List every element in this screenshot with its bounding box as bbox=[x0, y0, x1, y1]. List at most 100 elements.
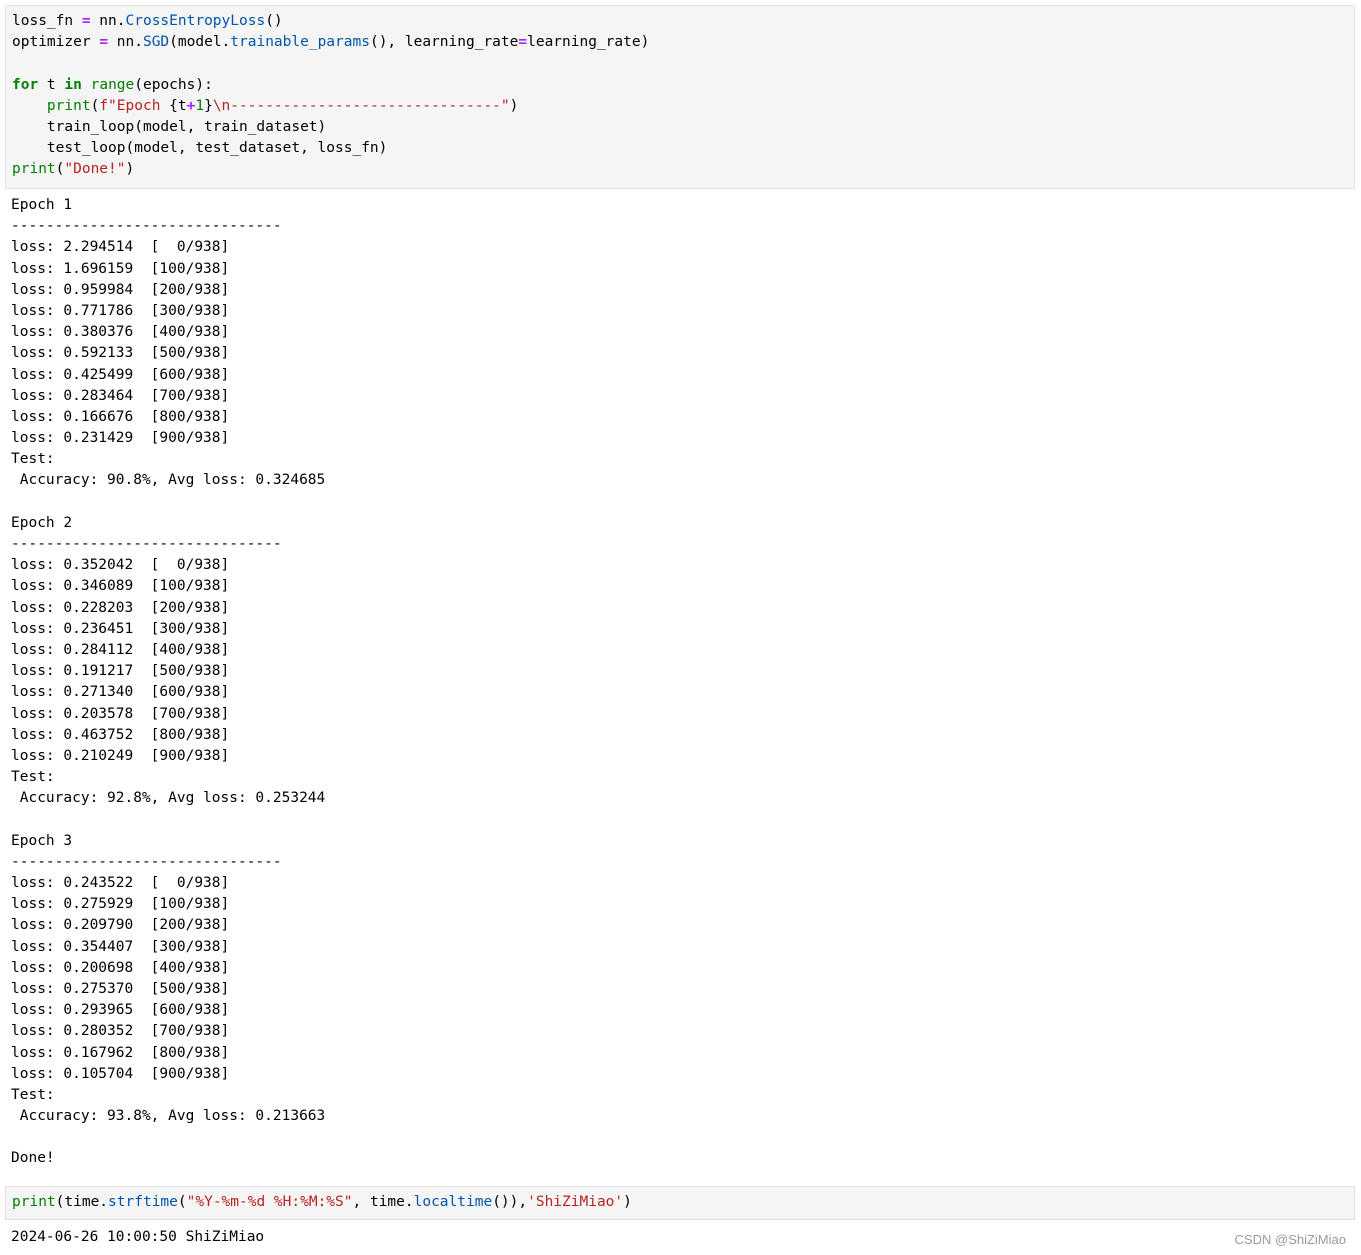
code-token: ()), bbox=[492, 1194, 528, 1210]
output-line: loss: 0.463752 [800/938] bbox=[11, 726, 230, 743]
output-line: loss: 1.696159 [100/938] bbox=[11, 260, 230, 277]
code-token: (), learning_rate bbox=[369, 34, 519, 51]
output-line: Done! bbox=[11, 1150, 55, 1167]
code-line: optimizer = nn.SGD(model.trainable_param… bbox=[12, 32, 1348, 53]
output-line: loss: 0.771786 [300/938] bbox=[11, 302, 230, 319]
output-line: loss: 0.166676 [800/938] bbox=[11, 408, 230, 425]
code-token: = bbox=[518, 34, 528, 51]
output-line: loss: 0.275370 [500/938] bbox=[11, 980, 230, 997]
code-token: localtime bbox=[413, 1194, 493, 1210]
output-line: loss: 0.191217 [500/938] bbox=[11, 663, 230, 680]
code-token: = bbox=[99, 34, 109, 51]
output-line: Test: bbox=[11, 1086, 55, 1103]
output-line: Accuracy: 92.8%, Avg loss: 0.253244 bbox=[11, 790, 326, 807]
code-token: (time. bbox=[55, 1194, 109, 1210]
code-token: 1 bbox=[195, 97, 205, 114]
output-line: loss: 0.280352 [700/938] bbox=[11, 1023, 230, 1040]
code-token: "%Y-%m-%d %H:%M:%S" bbox=[186, 1194, 353, 1210]
code-token: loss_fn bbox=[12, 13, 82, 29]
output-line: 2024-06-26 10:00:50 ShiZiMiao bbox=[11, 1229, 265, 1245]
code-token: \n-------------------------------" bbox=[212, 97, 510, 114]
code-token: ( bbox=[90, 97, 100, 114]
output-line: loss: 0.271340 [600/938] bbox=[11, 684, 230, 701]
code-token: optimizer bbox=[12, 34, 100, 51]
code-token: nn. bbox=[108, 34, 143, 51]
code-token: SGD bbox=[142, 34, 170, 51]
code-token: learning_rate) bbox=[527, 34, 650, 51]
code-token: () bbox=[265, 13, 283, 29]
code-token: } bbox=[204, 97, 213, 114]
code-token: ) bbox=[509, 97, 519, 114]
output-line: Epoch 2 bbox=[11, 514, 73, 531]
output-line: loss: 0.203578 [700/938] bbox=[11, 705, 230, 722]
output-line: Test: bbox=[11, 451, 55, 468]
code-line: train_loop(model, train_dataset) bbox=[12, 117, 1348, 138]
output-line: Test: bbox=[11, 769, 55, 786]
output-line: loss: 0.200698 [400/938] bbox=[11, 959, 230, 976]
output-line: loss: 0.275929 [100/938] bbox=[11, 896, 230, 913]
code-token: print bbox=[12, 161, 56, 178]
output-line: loss: 0.425499 [600/938] bbox=[11, 366, 230, 383]
output-line: Accuracy: 93.8%, Avg loss: 0.213663 bbox=[11, 1108, 326, 1125]
code-line: test_loop(model, test_dataset, loss_fn) bbox=[12, 138, 1348, 159]
code-token: strftime bbox=[108, 1194, 178, 1210]
code-token: t bbox=[38, 76, 65, 93]
output-line: ------------------------------- bbox=[11, 853, 282, 870]
code-token: "Done!" bbox=[64, 161, 126, 178]
output-line: loss: 0.959984 [200/938] bbox=[11, 281, 230, 298]
code-cell-timestamp[interactable]: print(time.strftime("%Y-%m-%d %H:%M:%S",… bbox=[5, 1186, 1355, 1220]
output-line: Epoch 3 bbox=[11, 832, 73, 849]
code-token: in bbox=[64, 76, 82, 93]
code-token: for bbox=[12, 76, 39, 93]
code-line: print(time.strftime("%Y-%m-%d %H:%M:%S",… bbox=[12, 1192, 1348, 1213]
code-token: CrossEntropyLoss bbox=[125, 13, 266, 29]
output-line: loss: 0.352042 [ 0/938] bbox=[11, 557, 230, 574]
output-line: loss: 0.167962 [800/938] bbox=[11, 1044, 230, 1061]
code-token: range bbox=[90, 76, 135, 93]
output-line: ------------------------------- bbox=[11, 218, 282, 235]
output-line: loss: 0.354407 [300/938] bbox=[11, 938, 230, 955]
code-token: print bbox=[46, 97, 91, 114]
code-token: 'ShiZiMiao' bbox=[527, 1194, 624, 1210]
code-token: ) bbox=[125, 161, 135, 178]
code-token: print bbox=[12, 1194, 56, 1210]
code-token: ( bbox=[177, 1194, 187, 1210]
output-line: loss: 0.592133 [500/938] bbox=[11, 345, 230, 362]
output-line: loss: 0.293965 [600/938] bbox=[11, 1002, 230, 1019]
output-line: Epoch 1 bbox=[11, 197, 73, 213]
output-line: loss: 0.231429 [900/938] bbox=[11, 430, 230, 447]
output-line: Accuracy: 90.8%, Avg loss: 0.324685 bbox=[11, 472, 326, 489]
code-token: nn. bbox=[90, 13, 126, 29]
csdn-watermark: CSDN @ShiZiMiao bbox=[1234, 1232, 1346, 1247]
code-token: t bbox=[177, 97, 187, 114]
code-token: = bbox=[81, 13, 91, 29]
code-token: (model. bbox=[169, 34, 231, 51]
output-line: loss: 0.283464 [700/938] bbox=[11, 387, 230, 404]
output-line: loss: 2.294514 [ 0/938] bbox=[11, 239, 230, 256]
output-line: loss: 0.346089 [100/938] bbox=[11, 578, 230, 595]
output-line: loss: 0.228203 [200/938] bbox=[11, 599, 230, 616]
code-token: test_loop(model, test_dataset, loss_fn) bbox=[12, 140, 388, 157]
output-line: loss: 0.243522 [ 0/938] bbox=[11, 875, 230, 891]
code-token: , time. bbox=[352, 1194, 414, 1210]
code-token: trainable_params bbox=[230, 34, 370, 51]
output-line: ------------------------------- bbox=[11, 536, 282, 552]
code-token: train_loop(model, train_dataset) bbox=[12, 118, 327, 135]
code-token: (epochs): bbox=[134, 76, 213, 93]
code-token: f"Epoch bbox=[99, 97, 170, 114]
output-line: loss: 0.284112 [400/938] bbox=[11, 641, 230, 658]
output-line: loss: 0.210249 [900/938] bbox=[11, 747, 230, 764]
code-token: ) bbox=[623, 1194, 632, 1210]
code-cell-training-loop[interactable]: loss_fn = nn.CrossEntropyLoss() optimizer… bbox=[5, 5, 1355, 189]
code-token: { bbox=[169, 97, 178, 114]
code-line: for t in range(epochs): bbox=[12, 75, 1348, 96]
code-line: print("Done!") bbox=[12, 159, 1348, 180]
code-line: print(f"Epoch {t+1}\n-------------------… bbox=[12, 96, 1348, 117]
code-line: loss_fn = nn.CrossEntropyLoss() bbox=[12, 11, 1348, 32]
